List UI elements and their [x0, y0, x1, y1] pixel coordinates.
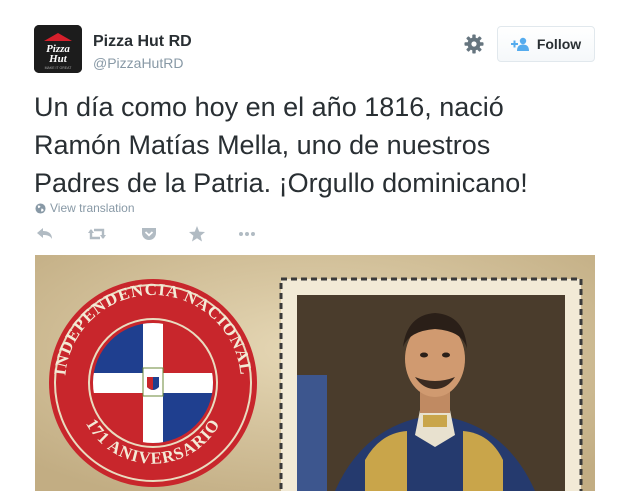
stamp-portrait: [279, 277, 583, 491]
gear-icon[interactable]: [462, 32, 486, 56]
svg-text:MAKE IT GREAT: MAKE IT GREAT: [45, 66, 73, 70]
dominican-flag: [93, 323, 213, 443]
retweet-icon[interactable]: [86, 223, 108, 245]
follow-button-label: Follow: [536, 36, 582, 52]
pizza-hut-logo: Pizza Hut MAKE IT GREAT: [34, 25, 82, 73]
independence-seal: INDEPENDENCIA NACIONAL 171 ANIVERSARIO: [49, 279, 257, 487]
more-icon[interactable]: [236, 223, 258, 245]
avatar[interactable]: Pizza Hut MAKE IT GREAT: [34, 25, 82, 73]
tweet-text: Un día como hoy en el año 1816, nació Ra…: [34, 92, 528, 198]
add-user-icon: [510, 37, 529, 51]
follow-button[interactable]: Follow: [497, 26, 595, 62]
reply-icon[interactable]: [34, 223, 56, 245]
pocket-icon[interactable]: [138, 223, 160, 245]
svg-text:Hut: Hut: [48, 53, 68, 65]
display-name[interactable]: Pizza Hut RD: [93, 33, 192, 51]
view-translation-link[interactable]: View translation: [35, 201, 135, 215]
globe-icon: [35, 202, 46, 214]
star-icon[interactable]: [186, 223, 208, 245]
tweet-media-image[interactable]: INDEPENDENCIA NACIONAL 171 ANIVERSARIO: [35, 255, 595, 491]
account-handle[interactable]: @PizzaHutRD: [93, 55, 183, 71]
view-translation-label: View translation: [50, 201, 135, 215]
